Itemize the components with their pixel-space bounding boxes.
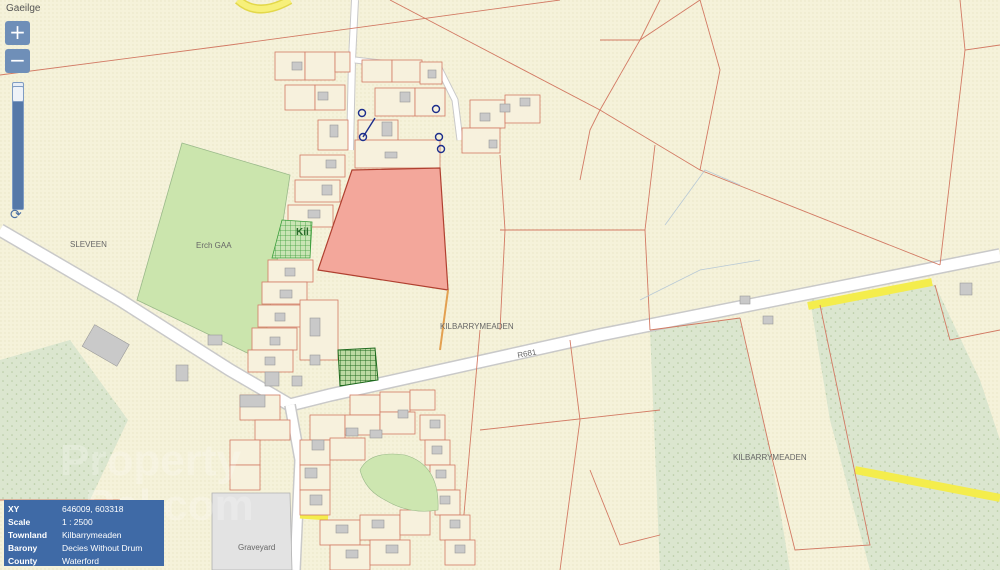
svg-text:Property: Property [60,436,241,485]
info-value: Waterford [62,555,100,566]
label-gaa: Erch GAA [196,241,232,250]
zoom-slider[interactable] [12,82,24,210]
zoom-slider-fill [13,86,23,209]
info-key: Townland [8,529,48,540]
info-value: 646009, 603318 [62,503,124,514]
label-townland-sleveen: SLEVEEN [70,240,107,249]
language-toggle-link[interactable]: Gaeilge [6,3,40,14]
info-key: Barony [8,542,38,553]
info-value: Kilbarrymeaden [62,529,122,540]
refresh-icon[interactable]: ⟳ [10,208,24,222]
label-kil: Kil [296,227,309,238]
zoom-slider-handle[interactable] [12,86,24,103]
map-canvas[interactable]: SLEVEEN Erch GAA Kil KILBARRYMEADEN R681… [0,0,1000,570]
info-value: Decies Without Drum [62,542,143,553]
label-townland-right: KILBARRYMEADEN [733,453,807,462]
label-graveyard: Graveyard [238,543,275,552]
info-row: County Waterford [4,554,164,567]
zoom-out-button[interactable]: − [5,49,30,73]
info-row: Barony Decies Without Drum [4,541,164,554]
info-key: County [8,555,38,566]
zoom-in-button[interactable]: + [5,21,30,45]
info-key: XY [8,503,20,514]
info-value: 1 : 2500 [62,516,93,527]
hatched-area-south[interactable] [337,347,379,387]
location-info-panel: XY 646009, 603318 Scale 1 : 2500 Townland Kil… [4,500,164,566]
info-key: Scale [8,516,31,527]
info-row: Scale 1 : 2500 [4,515,164,528]
label-townland-center: KILBARRYMEADEN [440,322,514,331]
info-row: Townland Kilbarrymeaden [4,528,164,541]
info-row: XY 646009, 603318 [4,502,164,515]
